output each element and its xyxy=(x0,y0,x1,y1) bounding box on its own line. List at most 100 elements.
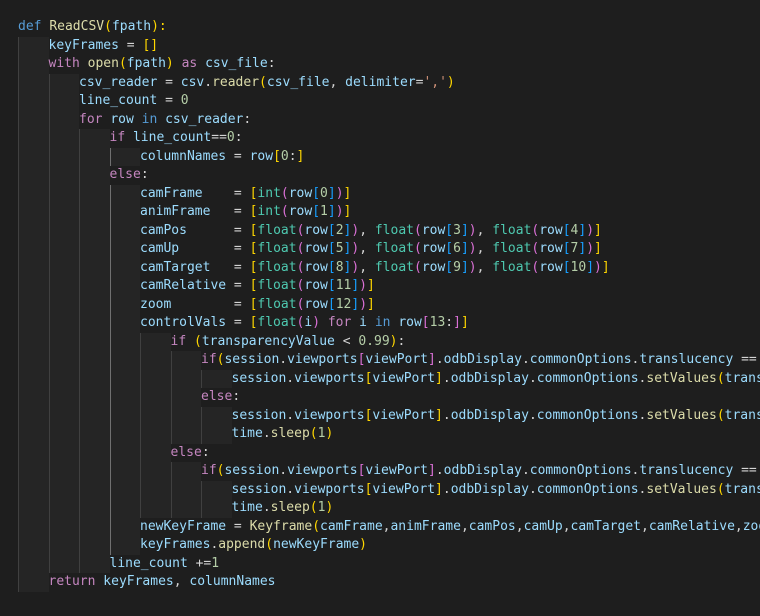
code-line[interactable]: else: xyxy=(0,166,760,185)
code-token: row xyxy=(421,241,446,256)
code-token: zoom xyxy=(742,518,760,534)
code-token: [ xyxy=(562,222,571,238)
code-line[interactable]: keyFrames.append(newKeyFrame) xyxy=(0,536,760,555)
code-line[interactable]: for row in csv_reader: xyxy=(0,110,760,129)
indent-guide xyxy=(18,184,19,203)
indent-guide xyxy=(48,462,50,481)
code-token: with xyxy=(48,56,88,71)
code-token: . xyxy=(442,481,451,497)
indent-guide xyxy=(140,332,141,351)
indent-region xyxy=(140,444,171,463)
indent-region xyxy=(18,296,49,315)
indent-guide xyxy=(18,110,19,129)
code-text: if line_count==0: xyxy=(110,129,243,148)
indent-region xyxy=(110,499,141,518)
indent-guide xyxy=(201,425,202,444)
indent-guide xyxy=(48,92,50,111)
code-token: . xyxy=(528,370,537,386)
code-token: ] xyxy=(435,481,443,497)
indent-guide xyxy=(18,517,19,536)
indent-region xyxy=(49,296,80,315)
code-line[interactable]: camTarget = [float(row[8]), float(row[9]… xyxy=(0,258,760,278)
indent-guide xyxy=(109,406,111,425)
indent-region xyxy=(110,259,141,278)
code-line[interactable]: zoom = [float(row[12])] xyxy=(0,295,760,315)
code-line[interactable]: return keyFrames, columnNames xyxy=(0,573,760,592)
code-line[interactable]: camUp = [float(row[5]), float(row[6]), f… xyxy=(0,240,760,259)
code-line[interactable]: line_count = 0 xyxy=(0,92,760,111)
code-line[interactable]: with open(fpath) as csv_file: xyxy=(0,55,760,74)
code-line[interactable]: session.viewports[viewPort].odbDisplay.c… xyxy=(0,369,760,389)
indent-guide xyxy=(48,221,50,240)
indent-region xyxy=(18,536,49,555)
indent-region xyxy=(140,407,171,426)
code-token: keyFrames xyxy=(140,537,211,552)
code-line[interactable]: camRelative = [float(row[11])] xyxy=(0,277,760,296)
indent-region xyxy=(49,407,80,426)
indent-region xyxy=(79,462,110,481)
code-token: row xyxy=(398,315,422,330)
indent-guide xyxy=(79,147,80,166)
indent-region xyxy=(140,462,171,481)
code-line[interactable]: camPos = [float(row[2]), float(row[3]), … xyxy=(0,221,760,241)
indent-guide xyxy=(79,406,80,425)
code-token: setValues xyxy=(646,407,717,423)
code-line[interactable]: time.sleep(1) xyxy=(0,499,760,518)
code-text: camUp = [float(row[5]), float(row[6]), f… xyxy=(140,240,602,259)
code-token: ] xyxy=(460,315,469,330)
indent-region xyxy=(79,314,110,333)
code-line[interactable]: session.viewports[viewPort].odbDisplay.c… xyxy=(0,406,760,426)
code-line[interactable]: if line_count==0: xyxy=(0,129,760,148)
code-line[interactable]: if(session.viewports[viewPort].odbDispla… xyxy=(0,462,760,481)
code-token: odbDisplay xyxy=(450,407,529,423)
code-line[interactable]: if(session.viewports[viewPort].odbDispla… xyxy=(0,351,760,370)
code-token: [ xyxy=(327,222,336,238)
code-token: row xyxy=(288,185,313,201)
code-token: controlVals xyxy=(140,315,227,330)
code-line[interactable]: def ReadCSV(fpath): xyxy=(0,18,760,37)
code-line[interactable]: if (transparencyValue < 0.99): xyxy=(0,332,760,352)
code-token: animFrame xyxy=(390,518,461,534)
indent-guide xyxy=(109,184,111,203)
code-token: float xyxy=(374,241,414,256)
code-token: : xyxy=(267,56,276,71)
code-line[interactable]: else: xyxy=(0,388,760,407)
code-token: ) xyxy=(389,333,398,349)
indent-guide xyxy=(18,36,19,55)
indent-region xyxy=(79,518,110,537)
code-token: , xyxy=(562,518,571,534)
indent-guide xyxy=(18,332,19,351)
code-line[interactable]: keyFrames = [] xyxy=(0,36,760,55)
indent-region xyxy=(49,259,80,278)
code-editor[interactable]: def ReadCSV(fpath): keyFrames = [] with op… xyxy=(0,0,760,616)
indent-guide xyxy=(170,425,172,444)
code-token: row xyxy=(110,111,134,127)
code-line[interactable]: animFrame = [int(row[1])] xyxy=(0,203,760,222)
code-token: ] xyxy=(594,222,602,238)
indent-region xyxy=(49,222,80,241)
code-line[interactable]: newKeyFrame = Keyframe(camFrame,animFram… xyxy=(0,517,760,537)
code-line[interactable]: time.sleep(1) xyxy=(0,425,760,444)
indent-region xyxy=(171,425,202,444)
code-line[interactable]: else: xyxy=(0,443,760,463)
code-token: else xyxy=(201,389,233,404)
code-token: line_count xyxy=(109,555,188,571)
code-line[interactable]: columnNames = row[0:] xyxy=(0,147,760,166)
indent-region xyxy=(140,333,171,352)
code-line[interactable]: line_count +=1 xyxy=(0,554,760,573)
code-text: if(session.viewports[viewPort].odbDispla… xyxy=(201,351,760,370)
code-token: float xyxy=(492,241,532,256)
code-line[interactable]: csv_reader = csv.reader(csv_file, delimi… xyxy=(0,73,760,92)
code-line[interactable]: session.viewports[viewPort].odbDisplay.c… xyxy=(0,480,760,499)
indent-region xyxy=(18,92,49,111)
indent-region xyxy=(18,425,49,444)
code-line[interactable]: camFrame = [int(row[0])] xyxy=(0,184,760,203)
indent-region xyxy=(110,462,141,481)
indent-region xyxy=(201,370,232,389)
code-token: . xyxy=(435,352,444,367)
code-line[interactable]: controlVals = [float(i) for i in row[13:… xyxy=(0,314,760,333)
indent-guide xyxy=(79,166,80,185)
code-token: = xyxy=(118,37,143,53)
indent-guide xyxy=(18,443,19,462)
code-token: , xyxy=(515,518,524,534)
